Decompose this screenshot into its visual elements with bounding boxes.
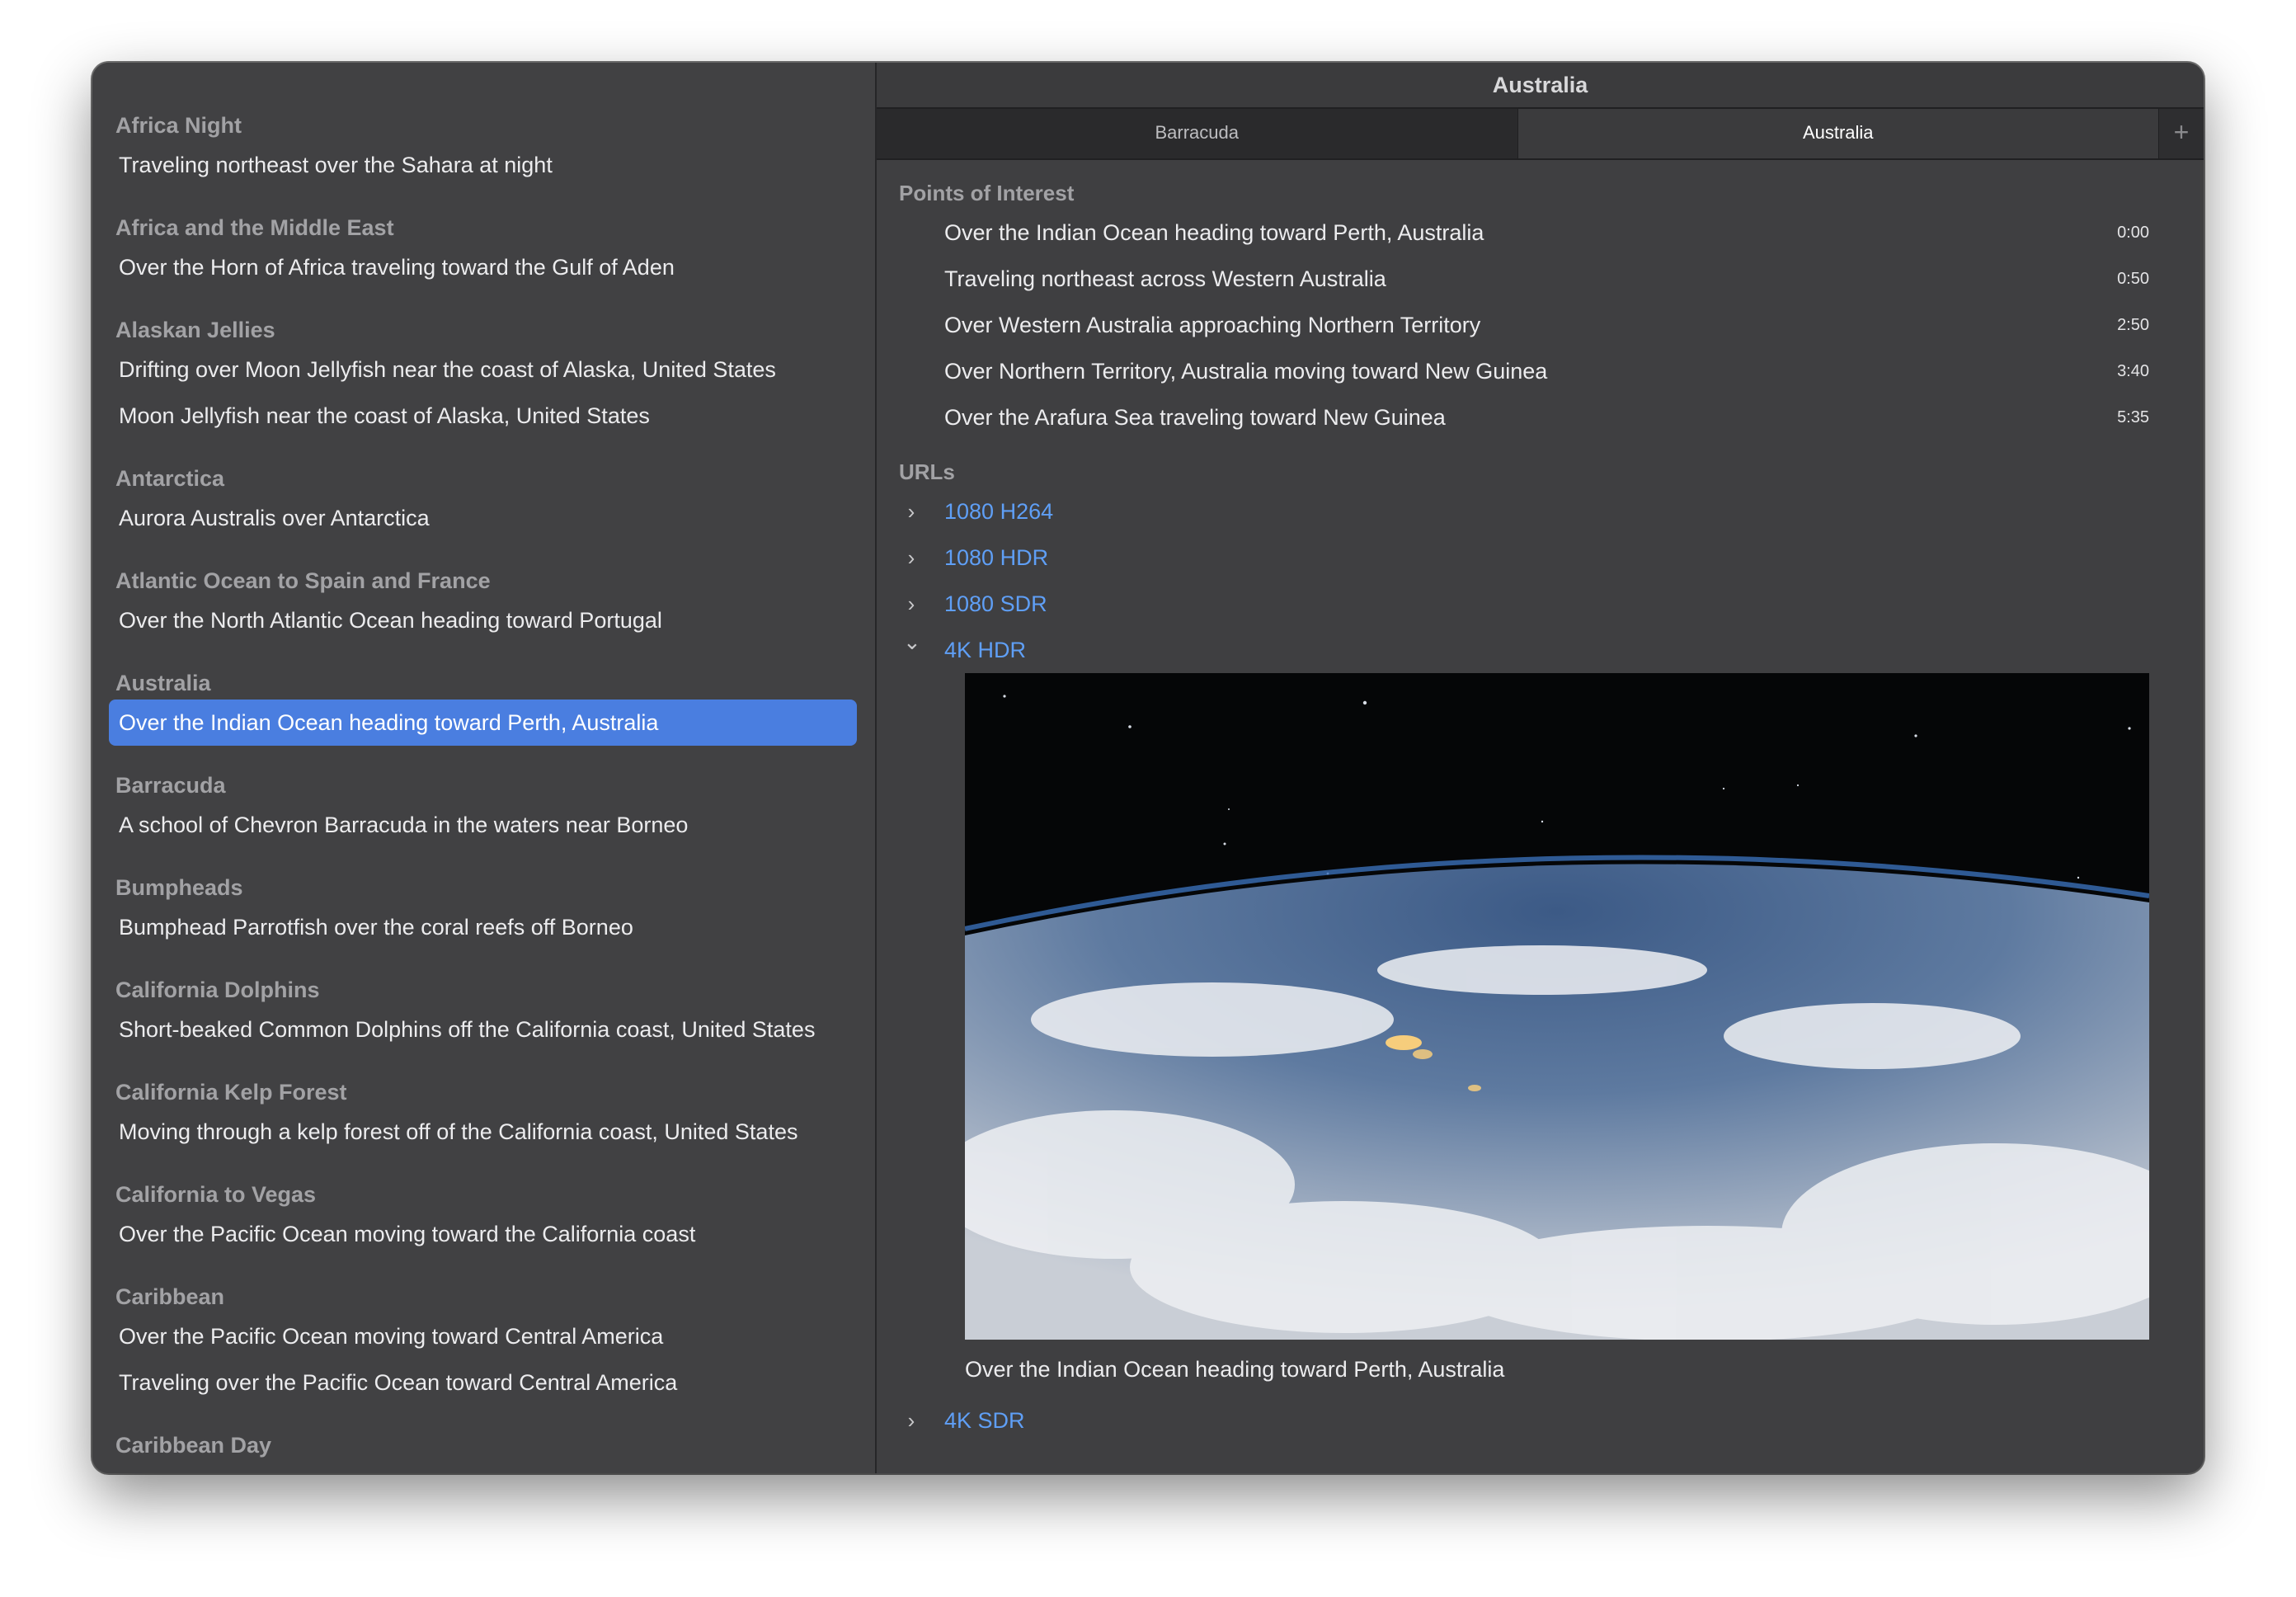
window-title: Australia	[877, 63, 2204, 107]
sidebar-item[interactable]: Traveling northeast over the Sahara at n…	[109, 142, 857, 188]
poi-row[interactable]: Traveling northeast across Western Austr…	[877, 256, 2204, 302]
url-row[interactable]: › 4K SDR	[877, 1397, 2204, 1444]
sidebar-item[interactable]: Over the Pacific Ocean moving toward Cen…	[109, 1313, 857, 1359]
chevron-down-icon[interactable]: ⌄	[903, 619, 921, 665]
sidebar-group: Antarctica Aurora Australis over Antarcti…	[92, 462, 875, 541]
poi-row[interactable]: Over Northern Territory, Australia movin…	[877, 348, 2204, 394]
poi-description: Over the Arafura Sea traveling toward Ne…	[944, 405, 1446, 430]
sidebar-group: Alaskan Jellies Drifting over Moon Jellyf…	[92, 313, 875, 439]
poi-timestamp: 5:35	[2117, 408, 2149, 426]
chevron-right-icon[interactable]: ›	[903, 535, 920, 581]
add-tab-button[interactable]: +	[2159, 109, 2204, 158]
urls-header: URLs	[899, 459, 955, 484]
detail-pane: Australia Barracuda Australia + Points o…	[877, 63, 2204, 1473]
sidebar-item[interactable]: Bumphead Parrotfish over the coral reefs…	[109, 904, 857, 950]
sidebar-group: Africa Night Traveling northeast over the…	[92, 109, 875, 188]
sidebar-item[interactable]: Short-beaked Common Dolphins off the Cal…	[109, 1006, 857, 1053]
sidebar-group-title: California Kelp Forest	[115, 1080, 347, 1105]
tab-bar: Barracuda Australia +	[877, 107, 2204, 160]
url-link[interactable]: 1080 HDR	[944, 535, 1048, 581]
sidebar-group-title: Africa and the Middle East	[115, 215, 394, 240]
sidebar-group-title: Australia	[115, 671, 211, 695]
url-link[interactable]: 4K HDR	[944, 627, 1026, 673]
sidebar-group: California Kelp Forest Moving through a k…	[92, 1076, 875, 1155]
sidebar-group: Barracuda A school of Chevron Barracuda i…	[92, 769, 875, 848]
sidebar-group: Bumpheads Bumphead Parrotfish over the co…	[92, 871, 875, 950]
sidebar-group-title: Caribbean Day	[115, 1433, 272, 1458]
url-row[interactable]: ⌄ 4K HDR	[877, 627, 2204, 673]
video-preview-image[interactable]	[965, 673, 2149, 1340]
sidebar-group-title: Africa Night	[115, 113, 242, 138]
sidebar-item[interactable]: A school of Chevron Barracuda in the wat…	[109, 802, 857, 848]
sidebar-item[interactable]: Over the Pacific Ocean moving toward the…	[109, 1211, 857, 1257]
sidebar-group-title: Bumpheads	[115, 875, 243, 900]
poi-row[interactable]: Over the Indian Ocean heading toward Per…	[877, 210, 2204, 256]
poi-description: Traveling northeast across Western Austr…	[944, 266, 1386, 291]
sidebar: Africa Night Traveling northeast over the…	[92, 63, 877, 1473]
sidebar-group-title: Antarctica	[115, 466, 225, 491]
earth-from-orbit-image	[965, 673, 2149, 1340]
sidebar-item[interactable]: Traveling over the Pacific Ocean toward …	[109, 1359, 857, 1406]
poi-timestamp: 3:40	[2117, 362, 2149, 380]
sidebar-item[interactable]: Heading southeast over the Great Plains …	[109, 1462, 857, 1473]
sidebar-item[interactable]: Over the North Atlantic Ocean heading to…	[109, 597, 857, 643]
sidebar-group: Australia Over the Indian Ocean heading t…	[92, 667, 875, 746]
preview-caption: Over the Indian Ocean heading toward Per…	[965, 1357, 1505, 1382]
sidebar-group-title: Caribbean	[115, 1284, 225, 1309]
poi-timestamp: 0:00	[2117, 224, 2149, 242]
poi-description: Over the Indian Ocean heading toward Per…	[944, 220, 1484, 245]
chevron-right-icon[interactable]: ›	[903, 1397, 920, 1444]
poi-description: Over Western Australia approaching North…	[944, 313, 1481, 337]
sidebar-group-title: Alaskan Jellies	[115, 318, 275, 342]
sidebar-item[interactable]: Over the Horn of Africa traveling toward…	[109, 244, 857, 290]
poi-description: Over Northern Territory, Australia movin…	[944, 359, 1548, 384]
sidebar-group: Africa and the Middle East Over the Horn …	[92, 211, 875, 290]
urls-list: › 1080 H264 › 1080 HDR › 1080 SDR ⌄ 4K HDR	[877, 488, 2204, 1444]
points-of-interest-header: Points of Interest	[899, 181, 1075, 205]
tab-barracuda[interactable]: Barracuda	[877, 109, 1517, 158]
url-link[interactable]: 1080 SDR	[944, 581, 1047, 627]
url-row[interactable]: › 1080 H264	[877, 488, 2204, 535]
points-of-interest-list: Over the Indian Ocean heading toward Per…	[877, 210, 2204, 440]
sidebar-group-title: Barracuda	[115, 773, 226, 798]
sidebar-item[interactable]: Over the Indian Ocean heading toward Per…	[109, 700, 857, 746]
sidebar-item[interactable]: Moving through a kelp forest off of the …	[109, 1109, 857, 1155]
sidebar-group: Caribbean Over the Pacific Ocean moving t…	[92, 1280, 875, 1406]
sidebar-item[interactable]: Drifting over Moon Jellyfish near the co…	[109, 346, 857, 393]
url-row[interactable]: › 1080 SDR	[877, 581, 2204, 627]
url-link[interactable]: 1080 H264	[944, 488, 1053, 535]
chevron-right-icon[interactable]: ›	[903, 488, 920, 535]
sidebar-group: Caribbean Day Heading southeast over the …	[92, 1429, 875, 1473]
sidebar-item[interactable]: Aurora Australis over Antarctica	[109, 495, 857, 541]
sidebar-group: Atlantic Ocean to Spain and France Over t…	[92, 564, 875, 643]
sidebar-group-title: California to Vegas	[115, 1182, 317, 1207]
poi-row[interactable]: Over the Arafura Sea traveling toward Ne…	[877, 394, 2204, 440]
url-link[interactable]: 4K SDR	[944, 1397, 1025, 1444]
sidebar-group: California Dolphins Short-beaked Common D…	[92, 973, 875, 1053]
app-window: Africa Night Traveling northeast over the…	[92, 63, 2204, 1473]
sidebar-group-title: California Dolphins	[115, 978, 320, 1002]
poi-row[interactable]: Over Western Australia approaching North…	[877, 302, 2204, 348]
url-row[interactable]: › 1080 HDR	[877, 535, 2204, 581]
sidebar-list: Africa Night Traveling northeast over the…	[92, 109, 875, 1473]
sidebar-item[interactable]: Moon Jellyfish near the coast of Alaska,…	[109, 393, 857, 439]
poi-timestamp: 2:50	[2117, 316, 2149, 334]
tab-australia[interactable]: Australia	[1517, 109, 2159, 158]
sidebar-group-title: Atlantic Ocean to Spain and France	[115, 568, 491, 593]
sidebar-group: California to Vegas Over the Pacific Ocea…	[92, 1178, 875, 1257]
poi-timestamp: 0:50	[2117, 270, 2149, 288]
